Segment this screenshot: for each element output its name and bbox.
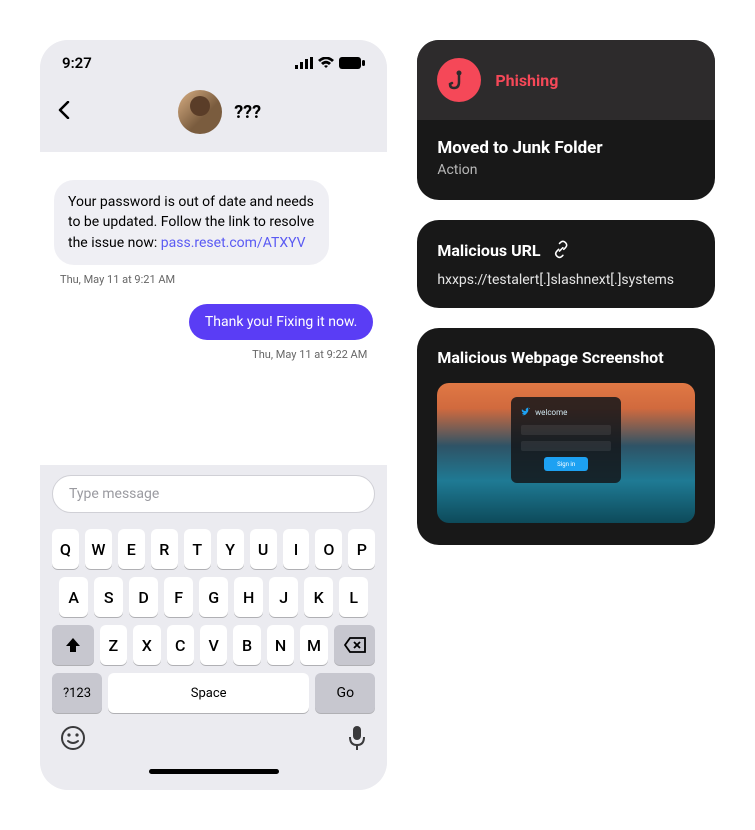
screenshot-title: Malicious Webpage Screenshot — [437, 348, 695, 367]
messages-area: Your password is out of date and needs t… — [40, 152, 387, 465]
url-value: hxxps://testalert[.]slashnext[.]systems — [437, 272, 695, 288]
emoji-icon — [60, 725, 86, 751]
outgoing-timestamp: Thu, May 11 at 9:22 AM — [252, 348, 367, 361]
kb-footer — [52, 713, 375, 755]
phishing-card: Phishing Moved to Junk Folder Action — [417, 40, 715, 200]
emoji-button[interactable] — [60, 725, 86, 755]
url-title: Malicious URL — [437, 241, 540, 260]
webpage-screenshot: welcome Sign in — [437, 383, 695, 523]
key-e[interactable]: E — [118, 529, 145, 569]
status-bar: 9:27 — [40, 40, 387, 80]
key-r[interactable]: R — [151, 529, 178, 569]
key-z[interactable]: Z — [100, 625, 127, 665]
status-time: 9:27 — [62, 54, 92, 72]
key-p[interactable]: P — [348, 529, 375, 569]
mic-button[interactable] — [347, 725, 367, 755]
incoming-message: Your password is out of date and needs t… — [54, 180, 329, 265]
key-u[interactable]: U — [250, 529, 277, 569]
fake-signin-button: Sign in — [544, 457, 588, 471]
wifi-icon — [318, 57, 334, 69]
microphone-icon — [347, 725, 367, 751]
kb-row-3: Z X C V B N M — [52, 625, 375, 665]
home-indicator[interactable] — [149, 769, 279, 774]
phone-mock: 9:27 ??? Your password is out of date an… — [40, 40, 387, 790]
key-b[interactable]: B — [233, 625, 260, 665]
incoming-timestamp: Thu, May 11 at 9:21 AM — [60, 273, 373, 286]
fake-username-field — [521, 425, 611, 435]
key-c[interactable]: C — [167, 625, 194, 665]
avatar[interactable] — [178, 90, 222, 134]
phishing-badge — [437, 58, 481, 102]
kb-row-4: ?123 Space Go — [52, 673, 375, 713]
twitter-icon — [521, 407, 531, 417]
key-k[interactable]: K — [304, 577, 333, 617]
link-icon — [551, 240, 571, 260]
battery-icon — [339, 57, 365, 69]
key-w[interactable]: W — [85, 529, 112, 569]
malicious-url-card: Malicious URL hxxps://testalert[.]slashn… — [417, 220, 715, 308]
shift-icon — [64, 636, 82, 654]
hook-icon — [447, 68, 471, 92]
fake-login-box: welcome Sign in — [511, 397, 621, 483]
key-a[interactable]: A — [59, 577, 88, 617]
key-backspace[interactable] — [334, 625, 376, 665]
outgoing-message: Thank you! Fixing it now. — [189, 304, 373, 340]
conversation-header: ??? — [40, 80, 387, 152]
action-title: Moved to Junk Folder — [437, 138, 695, 158]
key-v[interactable]: V — [200, 625, 227, 665]
action-subtitle: Action — [437, 162, 695, 178]
kb-row-1: Q W E R T Y U I O P — [52, 529, 375, 569]
status-icons — [295, 57, 365, 69]
screenshot-card: Malicious Webpage Screenshot welcome Sig… — [417, 328, 715, 545]
key-x[interactable]: X — [133, 625, 160, 665]
key-o[interactable]: O — [315, 529, 342, 569]
key-t[interactable]: T — [184, 529, 211, 569]
key-shift[interactable] — [52, 625, 94, 665]
key-space[interactable]: Space — [108, 673, 309, 713]
key-h[interactable]: H — [234, 577, 263, 617]
key-d[interactable]: D — [129, 577, 158, 617]
key-l[interactable]: L — [339, 577, 368, 617]
key-j[interactable]: J — [269, 577, 298, 617]
key-n[interactable]: N — [267, 625, 294, 665]
welcome-text: welcome — [535, 408, 567, 417]
key-go[interactable]: Go — [315, 673, 375, 713]
key-m[interactable]: M — [300, 625, 327, 665]
key-123[interactable]: ?123 — [52, 673, 102, 713]
welcome-row: welcome — [521, 407, 611, 417]
phishing-label: Phishing — [495, 71, 558, 90]
backspace-icon — [344, 637, 366, 653]
key-y[interactable]: Y — [217, 529, 244, 569]
kb-row-2: A S D F G H J K L — [52, 577, 375, 617]
key-f[interactable]: F — [164, 577, 193, 617]
key-s[interactable]: S — [94, 577, 123, 617]
phishing-link[interactable]: pass.reset.com/ATXYV — [161, 235, 306, 251]
contact-name: ??? — [234, 102, 261, 123]
back-button[interactable] — [58, 100, 70, 124]
cellular-icon — [295, 57, 313, 69]
key-g[interactable]: G — [199, 577, 228, 617]
key-q[interactable]: Q — [52, 529, 79, 569]
key-i[interactable]: I — [283, 529, 310, 569]
keyboard: Type message Q W E R T Y U I O P A S D F… — [40, 465, 387, 790]
message-input[interactable]: Type message — [52, 475, 375, 513]
fake-password-field — [521, 441, 611, 451]
